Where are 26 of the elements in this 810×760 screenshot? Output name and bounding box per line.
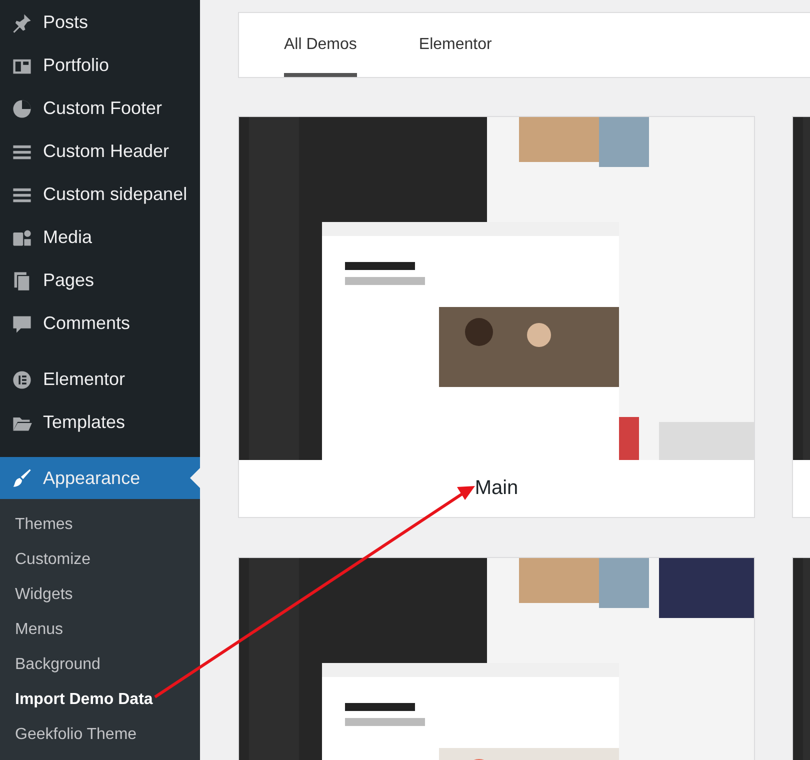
tab[interactable]: Elementor (418, 13, 492, 77)
menu-item[interactable]: Custom sidepanel (0, 173, 200, 216)
pie-icon (11, 98, 33, 120)
submenu-item[interactable]: Background (0, 647, 200, 682)
submenu-item[interactable]: Import Demo Data (0, 682, 200, 717)
submenu-item[interactable]: Themes (0, 507, 200, 542)
pin-icon (11, 12, 33, 34)
tab[interactable]: All Demos (284, 13, 357, 77)
menu-item[interactable]: Media (0, 216, 200, 259)
menu-item[interactable]: Appearance (0, 457, 200, 499)
menu-item[interactable]: Templates (0, 401, 200, 444)
submenu-item[interactable]: Widgets (0, 577, 200, 612)
menu-item[interactable]: Custom Header (0, 130, 200, 173)
menu-item[interactable]: Comments (0, 302, 200, 345)
menu-item[interactable]: Pages (0, 259, 200, 302)
submenu-item[interactable]: Customize (0, 542, 200, 577)
menu-item[interactable]: Portfolio (0, 44, 200, 87)
submenu-item[interactable]: Menus (0, 612, 200, 647)
menu-item[interactable]: Elementor (0, 358, 200, 401)
elementor-icon (11, 368, 33, 390)
demo-title: Main (474, 476, 520, 501)
menu-item[interactable]: Custom Footer (0, 87, 200, 130)
brush-icon (11, 467, 33, 489)
menu-item[interactable]: Posts (0, 1, 200, 44)
submenu-item[interactable]: Geekfolio Theme (0, 717, 200, 752)
demo-card[interactable]: Main (238, 116, 755, 518)
